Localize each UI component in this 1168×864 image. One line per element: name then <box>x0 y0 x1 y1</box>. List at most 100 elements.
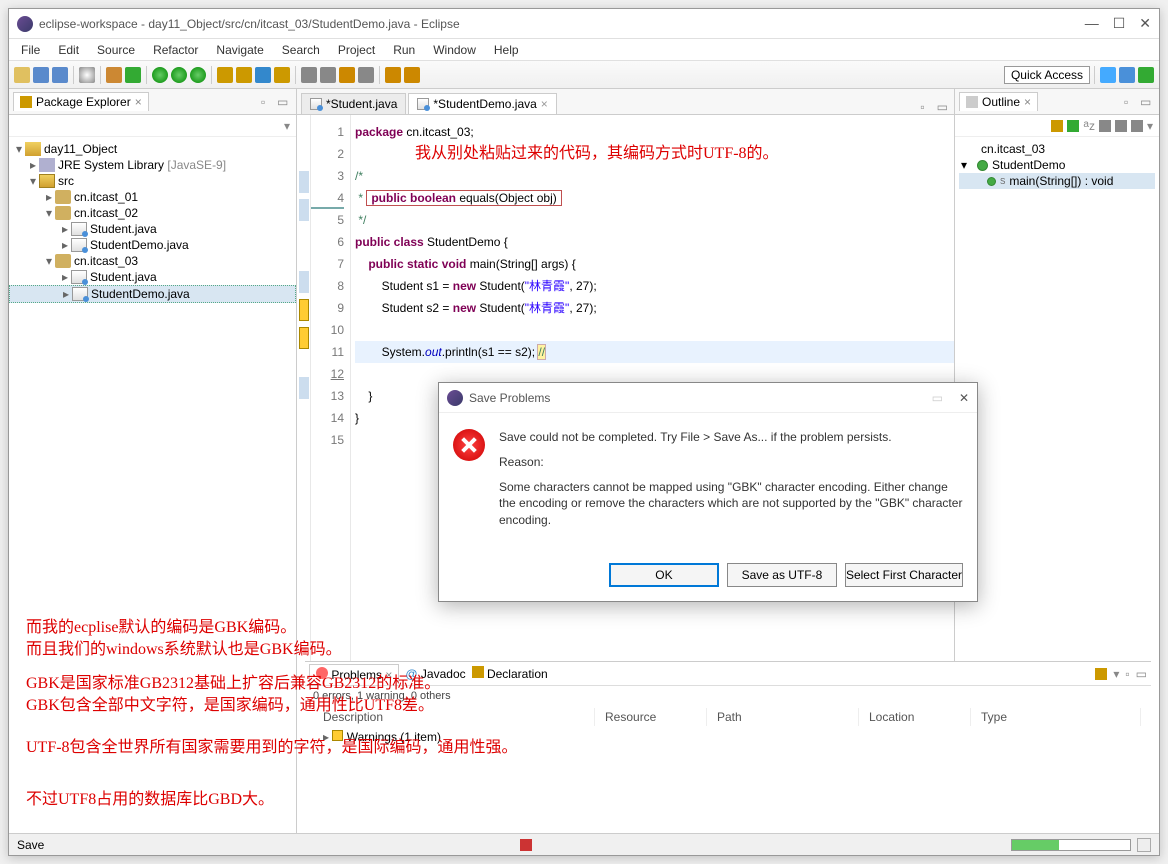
package-explorer-tab[interactable]: Package Explorer × <box>13 92 149 111</box>
package-node-3[interactable]: ▾ cn.itcast_03 <box>9 253 296 269</box>
quick-access[interactable]: Quick Access <box>1004 66 1090 84</box>
fold-marker-icon[interactable] <box>299 377 309 399</box>
package-explorer-title: Package Explorer <box>36 95 131 109</box>
progress-details-icon[interactable] <box>1137 838 1151 852</box>
dialog-title-text: Save Problems <box>469 391 932 405</box>
menu-help[interactable]: Help <box>486 41 527 59</box>
annotation-gbk2: 而且我们的windows系统默认也是GBK编码。 <box>26 638 342 662</box>
outline-package[interactable]: cn.itcast_03 <box>959 141 1155 157</box>
minimize-editor-icon[interactable]: ▫ <box>914 100 930 114</box>
eclipse-icon <box>17 16 33 32</box>
menu-search[interactable]: Search <box>274 41 328 59</box>
project-icon <box>25 142 41 156</box>
package-icon <box>55 254 71 268</box>
warning-marker-icon[interactable] <box>299 327 309 349</box>
view-menu-icon[interactable]: ▾ <box>284 119 290 133</box>
debug-perspective-icon[interactable] <box>1138 67 1154 83</box>
fold-marker-icon[interactable] <box>299 199 309 221</box>
search-tool-icon[interactable] <box>301 67 317 83</box>
minimize-button[interactable]: — <box>1085 15 1099 32</box>
minimize-panel-icon[interactable]: ▫ <box>1124 95 1138 109</box>
menu-refactor[interactable]: Refactor <box>145 41 206 59</box>
dialog-buttons: OK Save as UTF-8 Select First Character <box>439 553 977 601</box>
sort-icon[interactable] <box>1051 120 1063 132</box>
run-last-icon[interactable] <box>190 67 206 83</box>
bug-icon[interactable] <box>125 67 141 83</box>
maximize-editor-icon[interactable]: ▭ <box>931 100 954 114</box>
tab-close-icon[interactable]: × <box>541 97 548 111</box>
open-perspective-icon[interactable] <box>1100 67 1116 83</box>
fold-marker-icon[interactable] <box>299 171 309 193</box>
file-node[interactable]: ▸ StudentDemo.java <box>9 237 296 253</box>
outline-method-selected[interactable]: S main(String[]) : void <box>959 173 1155 189</box>
wizard-icon[interactable] <box>79 67 95 83</box>
minimize-panel-icon[interactable]: ▫ <box>261 95 275 109</box>
new-class-icon[interactable] <box>236 67 252 83</box>
hide-static-icon[interactable] <box>1099 120 1111 132</box>
menu-project[interactable]: Project <box>330 41 383 59</box>
menu-run[interactable]: Run <box>385 41 423 59</box>
project-node[interactable]: ▾ day11_Object <box>9 141 296 157</box>
forward-icon[interactable] <box>404 67 420 83</box>
save-as-utf8-button[interactable]: Save as UTF-8 <box>727 563 837 587</box>
filter-icon[interactable] <box>1095 668 1107 680</box>
fold-marker-icon[interactable] <box>299 271 309 293</box>
ok-button[interactable]: OK <box>609 563 719 587</box>
pin-icon[interactable] <box>358 67 374 83</box>
maximize-panel-icon[interactable]: ▭ <box>1136 667 1147 681</box>
hide-nonpublic-icon[interactable] <box>1115 120 1127 132</box>
debug-config-icon[interactable] <box>106 67 122 83</box>
package-node-2[interactable]: ▾ cn.itcast_02 <box>9 205 296 221</box>
outline-class[interactable]: ▾ StudentDemo <box>959 157 1155 173</box>
warning-marker-icon[interactable] <box>299 299 309 321</box>
save-icon[interactable] <box>33 67 49 83</box>
stop-icon[interactable] <box>520 839 532 851</box>
menu-navigate[interactable]: Navigate <box>208 41 271 59</box>
toggle-icon[interactable] <box>339 67 355 83</box>
maximize-panel-icon[interactable]: ▭ <box>1140 95 1154 109</box>
menu-source[interactable]: Source <box>89 41 143 59</box>
save-all-icon[interactable] <box>52 67 68 83</box>
hide-local-icon[interactable] <box>1131 120 1143 132</box>
package-node-1[interactable]: ▸ cn.itcast_01 <box>9 189 296 205</box>
dialog-titlebar[interactable]: Save Problems ▭ ✕ <box>439 383 977 413</box>
new-icon[interactable] <box>14 67 30 83</box>
package-explorer-icon <box>20 96 32 108</box>
file-node-selected[interactable]: ▸ StudentDemo.java <box>9 285 296 303</box>
jre-node[interactable]: ▸ JRE System Library [JavaSE-9] <box>9 157 296 173</box>
minimize-panel-icon[interactable]: ▫ <box>1125 667 1129 681</box>
dialog-close-icon[interactable]: ✕ <box>959 391 969 405</box>
coverage-icon[interactable] <box>171 67 187 83</box>
error-icon <box>453 429 485 461</box>
tab-close-icon[interactable]: × <box>1024 95 1031 109</box>
file-node[interactable]: ▸ Student.java <box>9 269 296 285</box>
back-icon[interactable] <box>385 67 401 83</box>
view-menu-icon[interactable]: ▾ <box>1113 667 1119 681</box>
select-first-char-button[interactable]: Select First Character <box>845 563 963 587</box>
declaration-tab[interactable]: Declaration <box>472 666 548 681</box>
menu-file[interactable]: File <box>13 41 48 59</box>
package-explorer-panel: Package Explorer × ▫ ▭ ▾ ▾ day11_Object <box>9 89 297 833</box>
maximize-panel-icon[interactable]: ▭ <box>277 95 291 109</box>
close-button[interactable]: ✕ <box>1139 15 1151 32</box>
hide-fields-icon[interactable] <box>1067 120 1079 132</box>
view-menu-icon[interactable]: ▾ <box>1147 119 1153 133</box>
editor-tab-student[interactable]: *Student.java <box>301 93 406 114</box>
outline-tab[interactable]: Outline × <box>959 92 1038 111</box>
annotation-size: 不过UTF8占用的数据库比GBD大。 <box>26 788 274 812</box>
run-icon[interactable] <box>152 67 168 83</box>
new-package-icon[interactable] <box>217 67 233 83</box>
maximize-button[interactable]: ☐ <box>1113 15 1126 32</box>
task-icon[interactable] <box>320 67 336 83</box>
menu-edit[interactable]: Edit <box>50 41 87 59</box>
folder-icon[interactable] <box>274 67 290 83</box>
new-interface-icon[interactable] <box>255 67 271 83</box>
file-node[interactable]: ▸ Student.java <box>9 221 296 237</box>
package-explorer-header: Package Explorer × ▫ ▭ <box>9 89 296 115</box>
src-node[interactable]: ▾ src <box>9 173 296 189</box>
menu-window[interactable]: Window <box>425 41 484 59</box>
java-file-icon <box>310 98 322 110</box>
editor-tab-studentdemo[interactable]: *StudentDemo.java × <box>408 93 556 114</box>
java-perspective-icon[interactable] <box>1119 67 1135 83</box>
tab-close-icon[interactable]: × <box>135 95 142 109</box>
